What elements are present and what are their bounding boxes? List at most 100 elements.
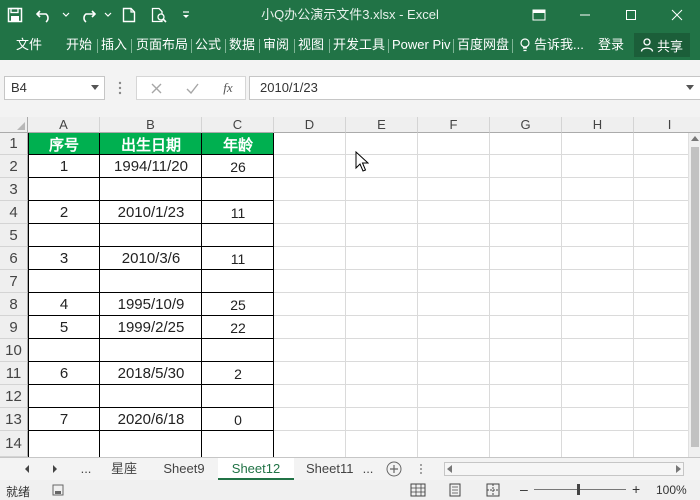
undo-button[interactable] [30,0,60,30]
confirm-entry-button[interactable] [179,77,205,99]
column-header-c[interactable]: C [202,117,274,133]
sheet-tab-sheet12[interactable]: Sheet12 [218,458,294,480]
row-header-4[interactable]: 4 [0,201,28,224]
tab-review[interactable]: 审阅 [263,30,289,60]
column-header-b[interactable]: B [100,117,202,133]
table-cell[interactable]: 25 [202,293,274,316]
header-cell-birthdate[interactable]: 出生日期 [100,133,202,155]
header-cell-seq[interactable]: 序号 [28,133,100,155]
insert-function-button[interactable]: fx [215,77,241,99]
header-cell-age[interactable]: 年龄 [202,133,274,155]
page-break-view-icon[interactable] [486,483,500,497]
table-cell[interactable]: 7 [28,408,100,431]
table-cell[interactable]: 26 [202,155,274,178]
customize-qat-button[interactable] [174,0,198,30]
formula-input[interactable]: 2010/1/23 [249,76,700,100]
zoom-out-button[interactable]: – [520,481,528,497]
column-header-f[interactable]: F [418,117,490,133]
undo-dropdown[interactable] [60,0,72,30]
table-cell[interactable]: 2010/3/6 [100,247,202,270]
redo-dropdown[interactable] [102,0,114,30]
share-button[interactable]: 共享 [634,33,690,57]
table-cell[interactable]: 5 [28,316,100,339]
row-header-8[interactable]: 8 [0,293,28,316]
table-cell[interactable]: 2018/5/30 [100,362,202,385]
table-cell[interactable]: 11 [202,201,274,224]
chevron-right-icon[interactable] [675,465,681,473]
login-button[interactable]: 登录 [598,30,624,60]
table-cell[interactable]: 6 [28,362,100,385]
column-header-a[interactable]: A [28,117,100,133]
column-header-d[interactable]: D [274,117,346,133]
tell-me-search[interactable]: 告诉我... [520,30,584,60]
chevron-left-icon[interactable] [447,465,453,473]
table-cell[interactable]: 22 [202,316,274,339]
chevron-up-icon[interactable] [691,136,699,142]
redo-button[interactable] [72,0,102,30]
minimize-button[interactable] [562,0,608,30]
save-button[interactable] [0,0,30,30]
print-preview-button[interactable] [144,0,174,30]
row-header-14[interactable]: 14 [0,431,28,457]
row-header-5[interactable]: 5 [0,224,28,247]
column-header-g[interactable]: G [490,117,562,133]
normal-view-icon[interactable] [410,483,426,497]
row-header-13[interactable]: 13 [0,408,28,431]
new-file-button[interactable] [114,0,144,30]
table-cell[interactable]: 3 [28,247,100,270]
table-cell[interactable]: 0 [202,408,274,431]
sheet-tab-xingzuo[interactable]: 星座 [98,458,150,480]
drag-handle-icon[interactable] [118,80,122,96]
macro-record-icon[interactable] [52,484,64,496]
scroll-tabs-left-icon[interactable] [22,462,32,476]
zoom-slider-thumb[interactable] [577,484,580,495]
table-cell[interactable]: 2 [28,201,100,224]
zoom-level[interactable]: 100% [656,483,687,497]
zoom-in-button[interactable]: + [632,481,640,497]
horizontal-scrollbar[interactable] [444,462,684,476]
table-cell[interactable]: 11 [202,247,274,270]
tab-baidu-netdisk[interactable]: 百度网盘 [457,30,509,60]
table-cell[interactable]: 2 [202,362,274,385]
new-sheet-button[interactable] [385,460,403,478]
page-layout-view-icon[interactable] [448,483,462,497]
sheet-tab-sheet9[interactable]: Sheet9 [152,458,216,480]
row-header-9[interactable]: 9 [0,316,28,339]
ribbon-display-button[interactable] [516,0,562,30]
cancel-entry-button[interactable] [143,77,169,99]
table-cell[interactable]: 1999/2/25 [100,316,202,339]
tab-power-pivot[interactable]: Power Piv [392,30,451,60]
table-cell[interactable]: 4 [28,293,100,316]
worksheet-grid[interactable]: A B C D E F G H I 1 2 3 4 5 6 7 8 9 10 1… [0,117,700,457]
tab-page-layout[interactable]: 页面布局 [136,30,188,60]
tab-file[interactable]: 文件 [16,30,42,60]
column-header-e[interactable]: E [346,117,418,133]
row-header-2[interactable]: 2 [0,155,28,178]
tab-home[interactable]: 开始 [66,30,92,60]
zoom-slider[interactable] [534,489,626,490]
row-header-6[interactable]: 6 [0,247,28,270]
vertical-scroll-thumb[interactable] [691,147,699,447]
tab-view[interactable]: 视图 [298,30,324,60]
tab-data[interactable]: 数据 [229,30,255,60]
table-cell[interactable]: 2010/1/23 [100,201,202,224]
row-header-11[interactable]: 11 [0,362,28,385]
close-button[interactable] [654,0,700,30]
name-box[interactable]: B4 [4,76,105,100]
more-tabs-right[interactable]: ... [358,458,378,480]
select-all-button[interactable] [0,117,28,133]
tab-developer[interactable]: 开发工具 [333,30,385,60]
table-cell[interactable]: 1994/11/20 [100,155,202,178]
row-header-1[interactable]: 1 [0,133,28,155]
column-header-h[interactable]: H [562,117,634,133]
scroll-tabs-right-icon[interactable] [50,462,60,476]
sheet-tab-sheet11[interactable]: Sheet11 [296,458,358,480]
table-cell[interactable]: 2020/6/18 [100,408,202,431]
tab-insert[interactable]: 插入 [101,30,127,60]
tab-formulas[interactable]: 公式 [195,30,221,60]
row-header-12[interactable]: 12 [0,385,28,408]
row-header-3[interactable]: 3 [0,178,28,201]
vertical-scrollbar[interactable] [688,133,700,457]
table-cell[interactable]: 1995/10/9 [100,293,202,316]
tab-split-handle-icon[interactable] [418,462,424,476]
